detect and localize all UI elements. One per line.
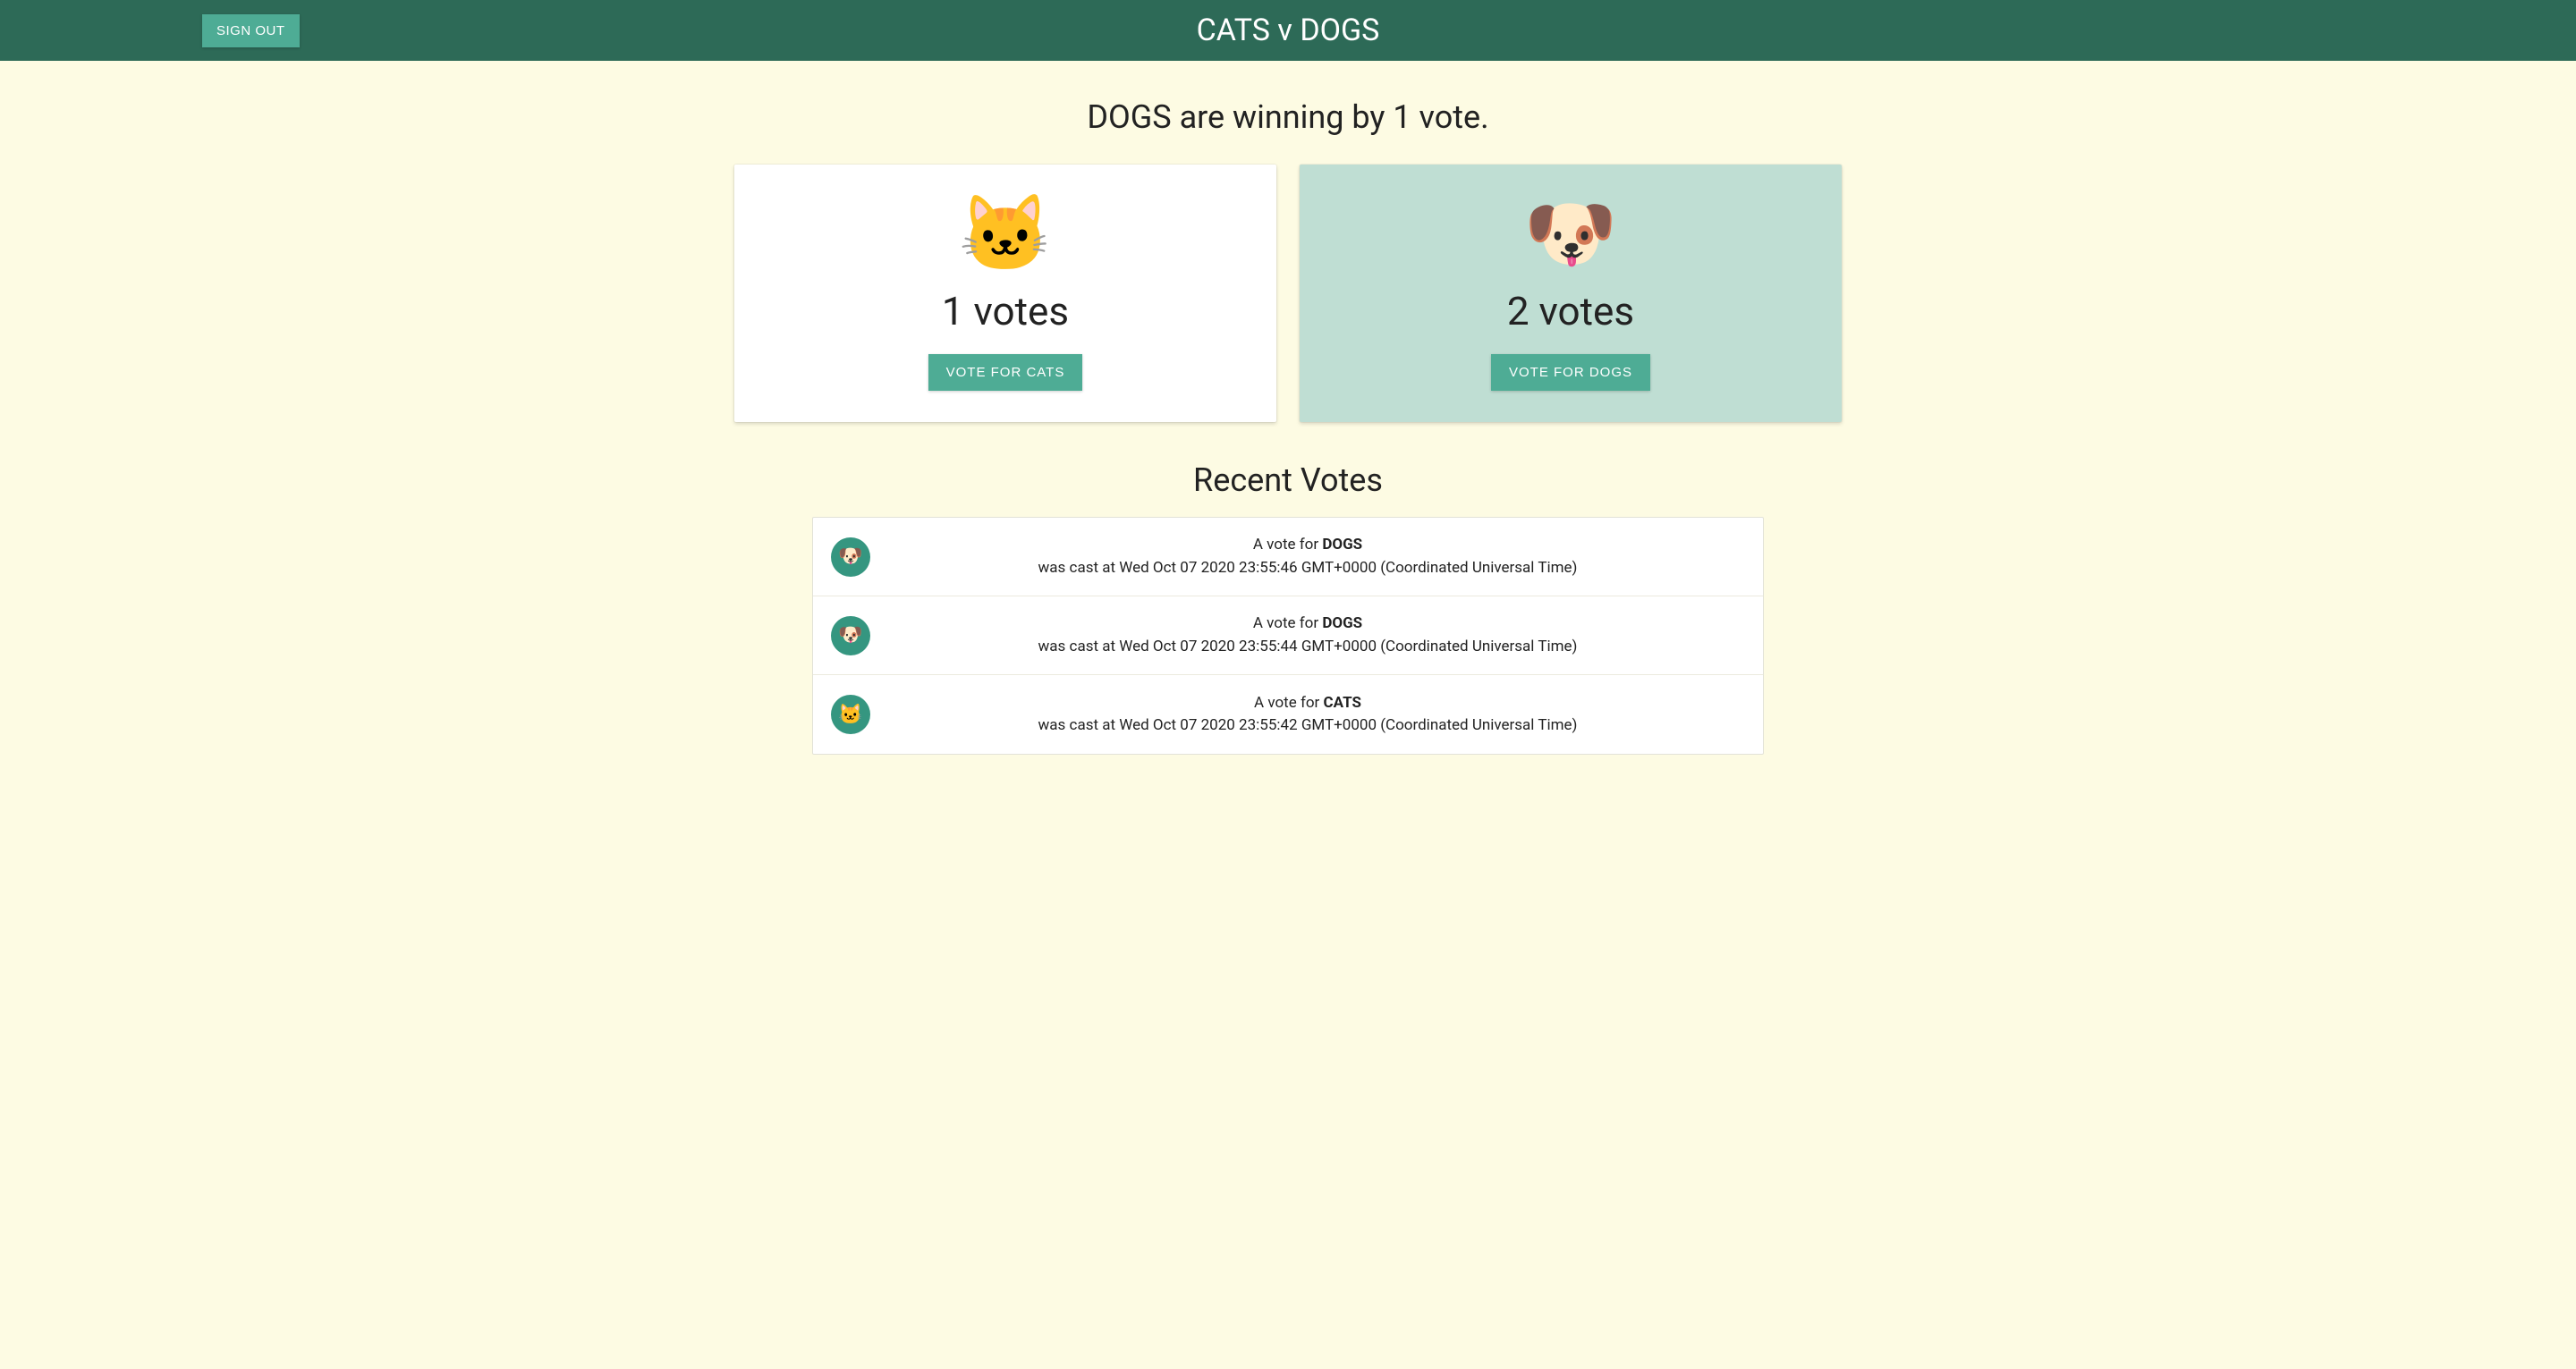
header: SIGN OUT CATS v DOGS — [0, 0, 2576, 61]
recent-votes-title: Recent Votes — [0, 461, 2576, 499]
list-item: 🐶 A vote for DOGS was cast at Wed Oct 07… — [813, 596, 1763, 675]
vote-badge-icon: 🐱 — [831, 695, 870, 734]
vote-line2: was cast at Wed Oct 07 2020 23:55:44 GMT… — [1038, 638, 1578, 655]
vote-line2: was cast at Wed Oct 07 2020 23:55:46 GMT… — [1038, 559, 1578, 577]
vote-text: A vote for DOGS was cast at Wed Oct 07 2… — [870, 534, 1745, 579]
list-item: 🐱 A vote for CATS was cast at Wed Oct 07… — [813, 675, 1763, 754]
vote-line1-prefix: A vote for — [1254, 694, 1324, 712]
vote-line1-bold: DOGS — [1322, 614, 1362, 632]
vote-line1-prefix: A vote for — [1253, 536, 1323, 554]
recent-votes-list: 🐶 A vote for DOGS was cast at Wed Oct 07… — [812, 517, 1764, 755]
list-item: 🐶 A vote for DOGS was cast at Wed Oct 07… — [813, 518, 1763, 596]
vote-line1-bold: DOGS — [1322, 536, 1362, 554]
dogs-card: 🐶 2 votes VOTE FOR DOGS — [1300, 165, 1842, 422]
vote-dogs-button[interactable]: VOTE FOR DOGS — [1491, 354, 1650, 391]
vote-cats-button[interactable]: VOTE FOR CATS — [928, 354, 1083, 391]
cat-icon: 🐱 — [959, 197, 1053, 272]
cats-vote-count: 1 votes — [942, 288, 1069, 334]
vote-line1-prefix: A vote for — [1253, 614, 1323, 632]
vote-line1-bold: CATS — [1324, 694, 1361, 712]
dogs-vote-count: 2 votes — [1507, 288, 1634, 334]
vote-text: A vote for CATS was cast at Wed Oct 07 2… — [870, 692, 1745, 738]
dog-icon: 🐶 — [1524, 197, 1618, 272]
vote-cards-row: 🐱 1 votes VOTE FOR CATS 🐶 2 votes VOTE F… — [0, 165, 2576, 422]
status-line: DOGS are winning by 1 vote. — [0, 98, 2576, 136]
vote-badge-icon: 🐶 — [831, 616, 870, 655]
cats-card: 🐱 1 votes VOTE FOR CATS — [734, 165, 1276, 422]
vote-line2: was cast at Wed Oct 07 2020 23:55:42 GMT… — [1038, 716, 1578, 734]
app-title: CATS v DOGS — [1197, 13, 1380, 48]
signout-button[interactable]: SIGN OUT — [202, 14, 300, 47]
vote-text: A vote for DOGS was cast at Wed Oct 07 2… — [870, 613, 1745, 658]
vote-badge-icon: 🐶 — [831, 537, 870, 577]
